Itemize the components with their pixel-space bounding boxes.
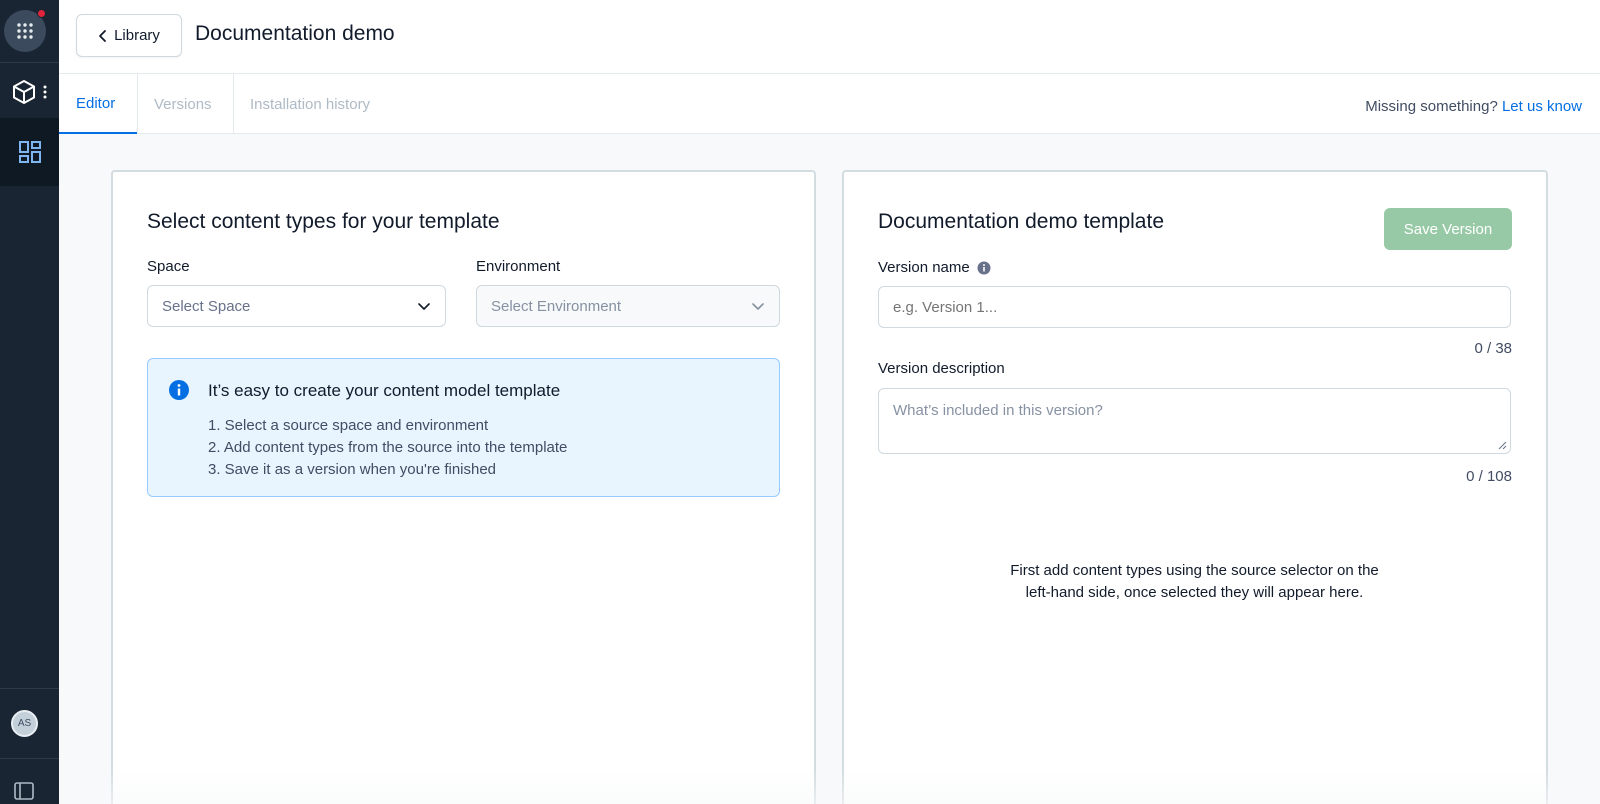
kebab-icon[interactable]	[42, 85, 48, 99]
chevron-left-icon	[99, 29, 106, 42]
feedback-text: Missing something?	[1365, 98, 1498, 115]
sidebar-toggle-icon	[14, 782, 34, 800]
source-panel-title: Select content types for your template	[147, 210, 500, 233]
grid-dots-icon	[17, 23, 33, 39]
info-note-steps: 1. Select a source space and environment…	[208, 415, 567, 481]
version-description-counter: 0 / 108	[1466, 468, 1512, 485]
template-panel-title: Documentation demo template	[878, 210, 1164, 233]
version-name-input[interactable]	[878, 286, 1511, 328]
environment-select[interactable]: Select Environment	[476, 285, 780, 327]
sidebar-divider	[0, 758, 59, 759]
source-selector-panel: Select content types for your template S…	[111, 170, 816, 804]
info-icon[interactable]	[977, 261, 991, 275]
tab-installation-history[interactable]: Installation history	[233, 74, 387, 134]
sidebar-toggle-button[interactable]	[14, 782, 34, 804]
tab-versions[interactable]: Versions	[137, 74, 233, 134]
info-note-step: 2. Add content types from the source int…	[208, 439, 568, 456]
chevron-down-icon	[418, 302, 430, 310]
version-description-placeholder: What’s included in this version?	[893, 402, 1103, 419]
space-label: Space	[147, 258, 190, 275]
empty-state-line: First add content types using the source…	[1010, 562, 1379, 579]
space-select[interactable]: Select Space	[147, 285, 446, 327]
environment-label: Environment	[476, 258, 561, 275]
version-description-label: Version description	[878, 360, 1005, 377]
page-header: Library Documentation demo	[59, 0, 1600, 74]
space-select-value: Select Space	[162, 297, 251, 315]
version-name-label-row: Version name	[878, 259, 991, 276]
resize-grip-icon[interactable]	[1498, 441, 1507, 450]
empty-state-line: left-hand side, once selected they will …	[1025, 584, 1364, 601]
info-note-step: 3. Save it as a version when you're fini…	[208, 461, 497, 478]
version-description-textarea[interactable]: What’s included in this version?	[878, 388, 1511, 454]
info-note-title: It’s easy to create your content model t…	[208, 381, 561, 400]
tab-editor[interactable]: Editor	[59, 74, 137, 134]
notification-dot	[37, 9, 46, 18]
template-panel: Documentation demo template Save Version…	[842, 170, 1548, 804]
empty-state-message: First add content types using the source…	[878, 560, 1511, 604]
page-title: Documentation demo	[195, 22, 395, 45]
cube-icon	[12, 80, 35, 104]
sidebar-divider	[0, 62, 59, 63]
environment-select-value: Select Environment	[491, 297, 622, 315]
feedback-prompt: Missing something? Let us know	[1365, 98, 1582, 115]
app-switcher-button[interactable]	[0, 66, 59, 118]
version-name-counter: 0 / 38	[1474, 340, 1512, 357]
sidebar: AS	[0, 0, 59, 804]
sidebar-item-dashboard[interactable]	[0, 118, 59, 186]
info-note-step: 1. Select a source space and environment	[208, 417, 489, 434]
avatar[interactable]: AS	[11, 710, 38, 737]
dashboard-icon	[18, 141, 41, 163]
version-name-label: Version name	[878, 259, 970, 276]
info-icon	[169, 380, 189, 400]
chevron-down-icon	[752, 302, 764, 310]
feedback-link[interactable]: Let us know	[1502, 98, 1582, 115]
back-to-library-button[interactable]: Library	[76, 14, 182, 57]
save-version-button[interactable]: Save Version	[1384, 208, 1512, 250]
sidebar-divider	[0, 688, 59, 689]
info-note: It’s easy to create your content model t…	[147, 358, 780, 497]
back-button-label: Library	[114, 27, 160, 44]
